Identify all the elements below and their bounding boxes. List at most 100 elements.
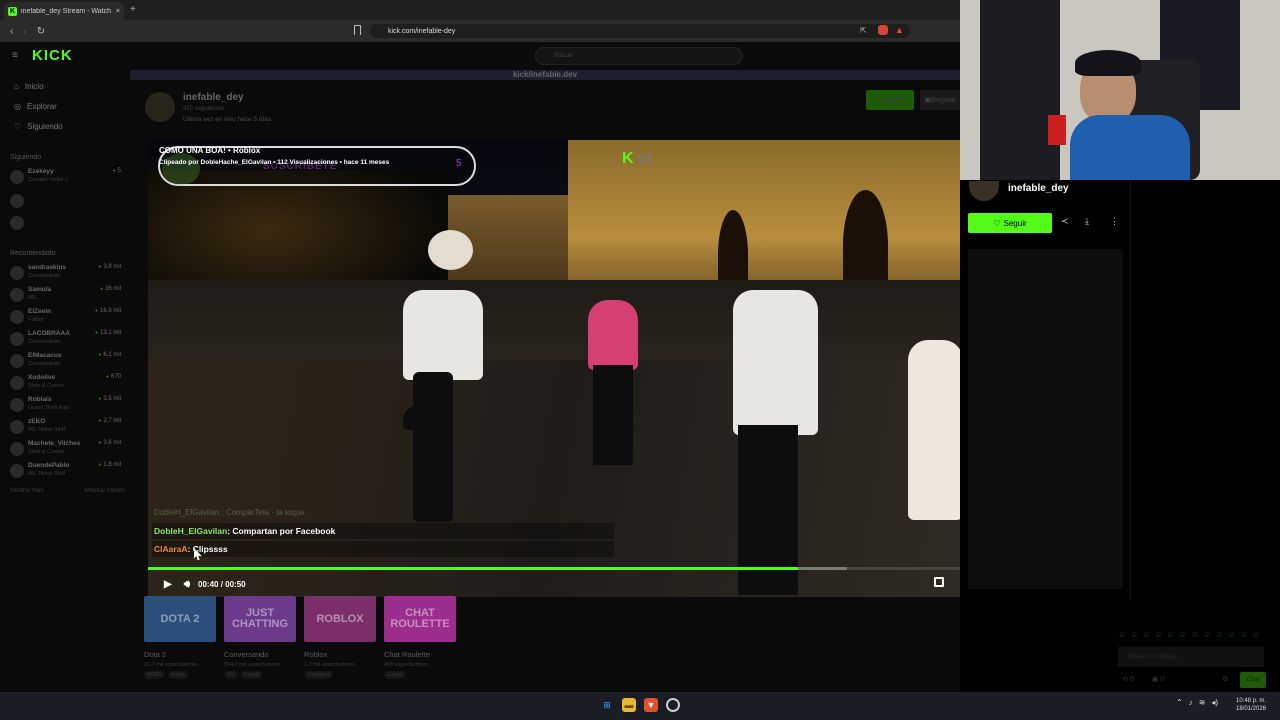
category-card[interactable]: DOTA 2 Dota 2 20,7 mil espectadores MOBA… <box>144 596 216 679</box>
settings-icon[interactable]: ⚙ <box>1222 675 1228 683</box>
microphone-icon[interactable]: ♪ <box>1189 698 1193 707</box>
fullscreen-icon[interactable] <box>934 577 944 587</box>
new-tab-button[interactable]: + <box>130 4 136 15</box>
windows-start-icon[interactable]: ⊞ <box>600 698 614 712</box>
bookmark-icon[interactable] <box>354 25 361 35</box>
menu-icon[interactable]: ≡ <box>12 50 18 61</box>
category-card[interactable]: ROBLOX Roblox 1,7 mil espectadores Simul… <box>304 596 376 679</box>
back-icon[interactable]: ‹ <box>10 26 13 37</box>
following-header: Siguiendo <box>10 154 42 161</box>
streamer-name[interactable]: inefable_dey <box>1008 183 1069 194</box>
url-field[interactable]: kick.com/inefable-dey <box>370 24 910 38</box>
emote-icon[interactable]: ☺ <box>1191 630 1199 639</box>
kick-watermark: K 21 <box>622 150 653 167</box>
page-follow-button[interactable]: ♡ Seguir <box>866 90 914 110</box>
emote-icon[interactable]: ☺ <box>1118 630 1126 639</box>
nav-explorar[interactable]: ◎ Explorar <box>14 102 57 111</box>
volume-icon[interactable]: ◂) <box>1211 698 1218 707</box>
gift-button[interactable]: ▣ Regalar <box>920 90 960 110</box>
panel-divider <box>1130 180 1131 600</box>
sidebar-channel-placeholder[interactable] <box>10 214 125 234</box>
points-icon[interactable]: ⟲ 0 <box>1122 675 1134 683</box>
sidebar-channel[interactable]: LACOBRAAAConversando13,1 mil <box>10 330 125 350</box>
sidebar-channel[interactable]: SamulaIRL36 mil <box>10 286 125 306</box>
more-options-icon[interactable]: ⋮ <box>1110 216 1119 227</box>
player-controls: ▶ 🔊︎ 00:40 / 00:50 <box>148 572 961 597</box>
webcam-person-hair <box>1075 50 1141 76</box>
volume-icon[interactable]: 🔊︎ <box>184 579 190 590</box>
brave-rewards-icon[interactable]: ▲ <box>895 25 904 35</box>
emote-icon[interactable]: ☺ <box>1142 630 1150 639</box>
emote-icon[interactable]: ☺ <box>1179 630 1187 639</box>
emote-icon[interactable]: ☺ <box>1155 630 1163 639</box>
tab-title: inefable_dey Stream - Watch Li... <box>21 7 112 15</box>
emote-icon[interactable]: ☺ <box>1203 630 1211 639</box>
sidebar-footer: Mostrar más Mostrar Menos <box>10 488 125 494</box>
emote-bar[interactable]: ☺ ☺ ☺ ☺ ☺ ☺ ☺ ☺ ☺ ☺ ☺ ☺ <box>1118 630 1260 639</box>
video-person <box>588 300 638 370</box>
channel-name[interactable]: inefable_dey <box>183 92 244 103</box>
clip-title[interactable]: COMO UNA BOA! • Roblox <box>159 146 260 155</box>
channel-avatar[interactable] <box>145 92 175 122</box>
sidebar-channel[interactable]: zEKOIRL Tiktok Stuff2,7 mil <box>10 418 125 438</box>
emote-icon[interactable]: ☺ <box>1228 630 1236 639</box>
avatar <box>10 194 24 208</box>
sidebar-channel[interactable]: ElZeeinFútbol16,8 mil <box>10 308 125 328</box>
progress-fill <box>148 567 799 570</box>
reload-icon[interactable]: ↻ <box>37 26 45 37</box>
category-card[interactable]: CHAT ROULETTE Chat Roulette 408 espectad… <box>384 596 456 679</box>
sidebar-channel[interactable]: Machete_VilchesSlots & Casino3,6 mil <box>10 440 125 460</box>
show-more-link[interactable]: Mostrar más <box>10 488 43 494</box>
emote-icon[interactable]: ☺ <box>1130 630 1138 639</box>
category-thumbnail: ROBLOX <box>304 596 376 642</box>
emote-icon[interactable]: ☺ <box>1252 630 1260 639</box>
heart-icon: ♡ <box>14 122 22 131</box>
chat-input[interactable]: Enviar un mensaje <box>1118 647 1264 667</box>
chevron-up-icon[interactable]: ⌃ <box>1176 698 1183 707</box>
brave-browser-icon[interactable]: ▼ <box>644 698 658 712</box>
sidebar-channel[interactable]: Ezekeyy Counter-Strike 2 5 <box>10 168 125 188</box>
share-icon[interactable]: ⇱ <box>860 26 867 35</box>
overlay-number: 5 <box>456 158 462 169</box>
progress-track <box>148 567 799 570</box>
sidebar-channel[interactable]: ElMacacusConversando6,1 mil <box>10 352 125 372</box>
taskbar-clock[interactable]: 10:48 p. m. 18/01/2026 <box>1236 697 1266 713</box>
clip-info: Clipeado por DobleHache_ElGavilan • 112 … <box>159 159 390 166</box>
follow-button[interactable]: ♡ Seguir <box>968 213 1052 233</box>
wifi-icon[interactable]: ≋ <box>1199 698 1206 707</box>
search-input[interactable]: Buscar <box>535 47 743 65</box>
video-scene-plaza <box>148 360 961 597</box>
emote-icon[interactable]: ☺ <box>1215 630 1223 639</box>
category-card[interactable]: JUST CHATTING Conversando 504,7 mil espe… <box>224 596 296 679</box>
nav-inicio[interactable]: ⌂ Inicio <box>14 82 44 91</box>
sidebar-channel[interactable]: sandraskinsConversando3,8 mil <box>10 264 125 284</box>
app-icon[interactable] <box>666 698 680 712</box>
play-icon[interactable]: ▶ <box>164 579 172 590</box>
system-tray: ⌃ ♪ ≋ ◂) <box>1176 698 1218 707</box>
gift-icon[interactable]: ▣ 0 <box>1152 675 1164 683</box>
sidebar-channel[interactable]: XodoliveSlots & Casino670 <box>10 374 125 394</box>
video-person <box>733 290 818 435</box>
download-icon[interactable]: ⤓ <box>1085 216 1089 227</box>
avatar <box>10 376 24 390</box>
share-icon[interactable]: ≺ <box>1061 216 1069 227</box>
video-player[interactable]: K 21 SUSCRÍBETE 5 COMO UNA BOA! • Roblox… <box>148 140 961 597</box>
kick-logo[interactable]: KICK <box>32 47 73 64</box>
forward-icon[interactable]: › <box>23 26 26 37</box>
emote-icon[interactable]: ☺ <box>1167 630 1175 639</box>
chat-message: : Compartan por Facebook <box>227 526 336 536</box>
sidebar-channel[interactable]: RoblaisGrand Theft Auto3,5 mil <box>10 396 125 416</box>
sidebar-channel[interactable]: DuendePabloIRL Tiktok Stuff1,8 mil <box>10 462 125 482</box>
tab-close-icon[interactable]: × <box>116 8 120 15</box>
browser-tab[interactable]: K inefable_dey Stream - Watch Li... × <box>4 2 124 20</box>
nav-siguiendo[interactable]: ♡ Siguiendo <box>14 122 63 131</box>
chat-send-button[interactable]: Chat <box>1240 672 1266 688</box>
chat-stats: ⟲ 0 ▣ 0 ⚙ <box>1122 675 1228 683</box>
chat-overlay-line: DobleH_ElGavilan : Compartan por Faceboo… <box>152 523 614 539</box>
brave-shield-icon[interactable] <box>878 25 888 35</box>
show-less-link[interactable]: Mostrar Menos <box>85 488 125 494</box>
emote-icon[interactable]: ☺ <box>1240 630 1248 639</box>
file-explorer-icon[interactable]: ▬ <box>622 698 636 712</box>
clip-list-panel <box>968 249 1123 589</box>
sidebar-channel-placeholder[interactable] <box>10 192 125 212</box>
